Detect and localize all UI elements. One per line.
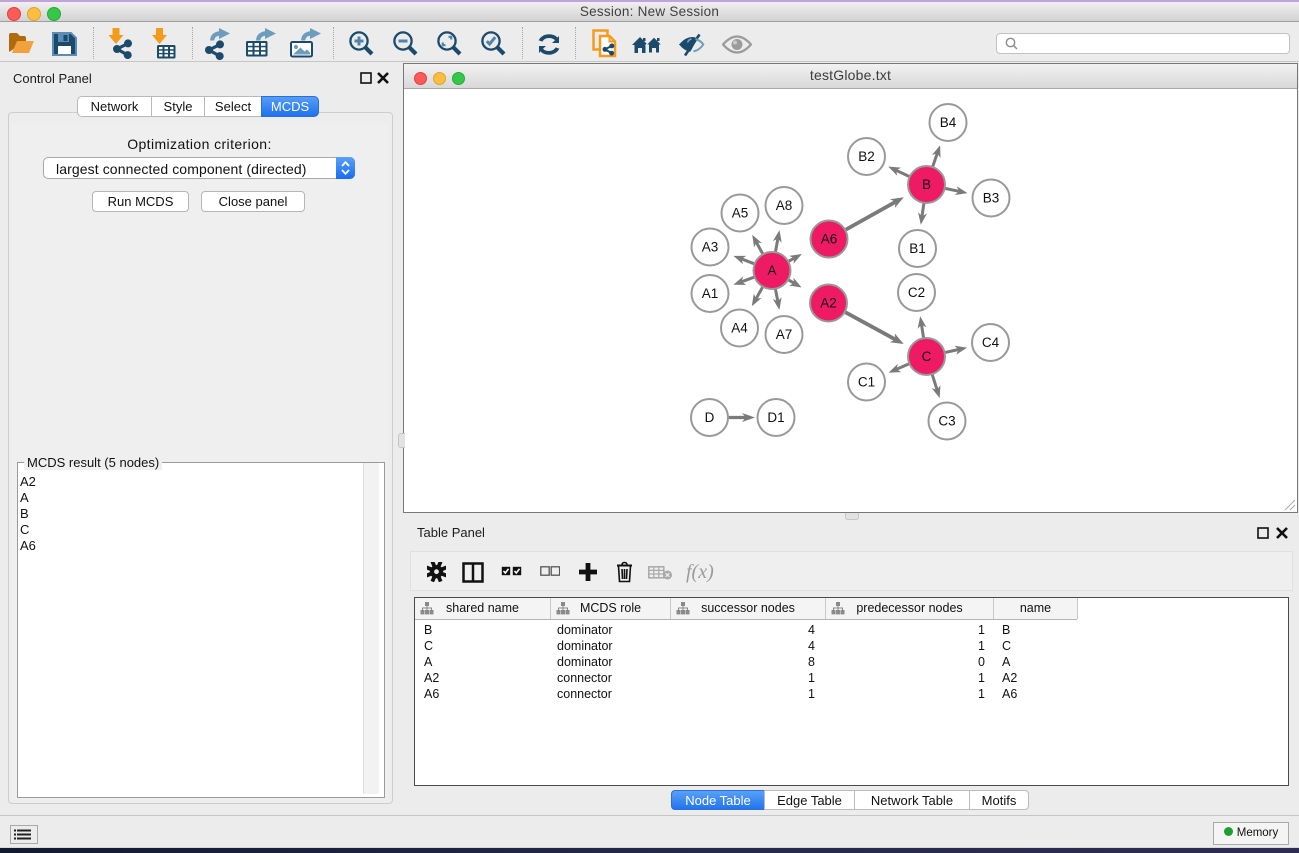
svg-text:A8: A8 xyxy=(776,198,793,213)
svg-text:A: A xyxy=(767,263,776,278)
svg-text:A6: A6 xyxy=(821,232,838,247)
svg-text:B2: B2 xyxy=(858,149,875,164)
svg-text:C2: C2 xyxy=(908,285,925,300)
svg-text:B4: B4 xyxy=(940,115,957,130)
svg-text:B3: B3 xyxy=(983,191,1000,206)
svg-text:B1: B1 xyxy=(909,241,926,256)
svg-text:A3: A3 xyxy=(702,240,719,255)
svg-text:A7: A7 xyxy=(776,327,793,342)
svg-text:C3: C3 xyxy=(938,414,955,429)
svg-text:D1: D1 xyxy=(767,410,784,425)
svg-text:C: C xyxy=(922,349,932,364)
svg-text:A2: A2 xyxy=(820,296,837,311)
svg-text:D: D xyxy=(705,410,715,425)
svg-text:A1: A1 xyxy=(702,286,719,301)
svg-text:A5: A5 xyxy=(732,206,749,221)
svg-text:B: B xyxy=(922,177,931,192)
svg-text:C1: C1 xyxy=(858,375,875,390)
svg-text:C4: C4 xyxy=(982,335,1000,350)
svg-text:A4: A4 xyxy=(731,321,748,336)
